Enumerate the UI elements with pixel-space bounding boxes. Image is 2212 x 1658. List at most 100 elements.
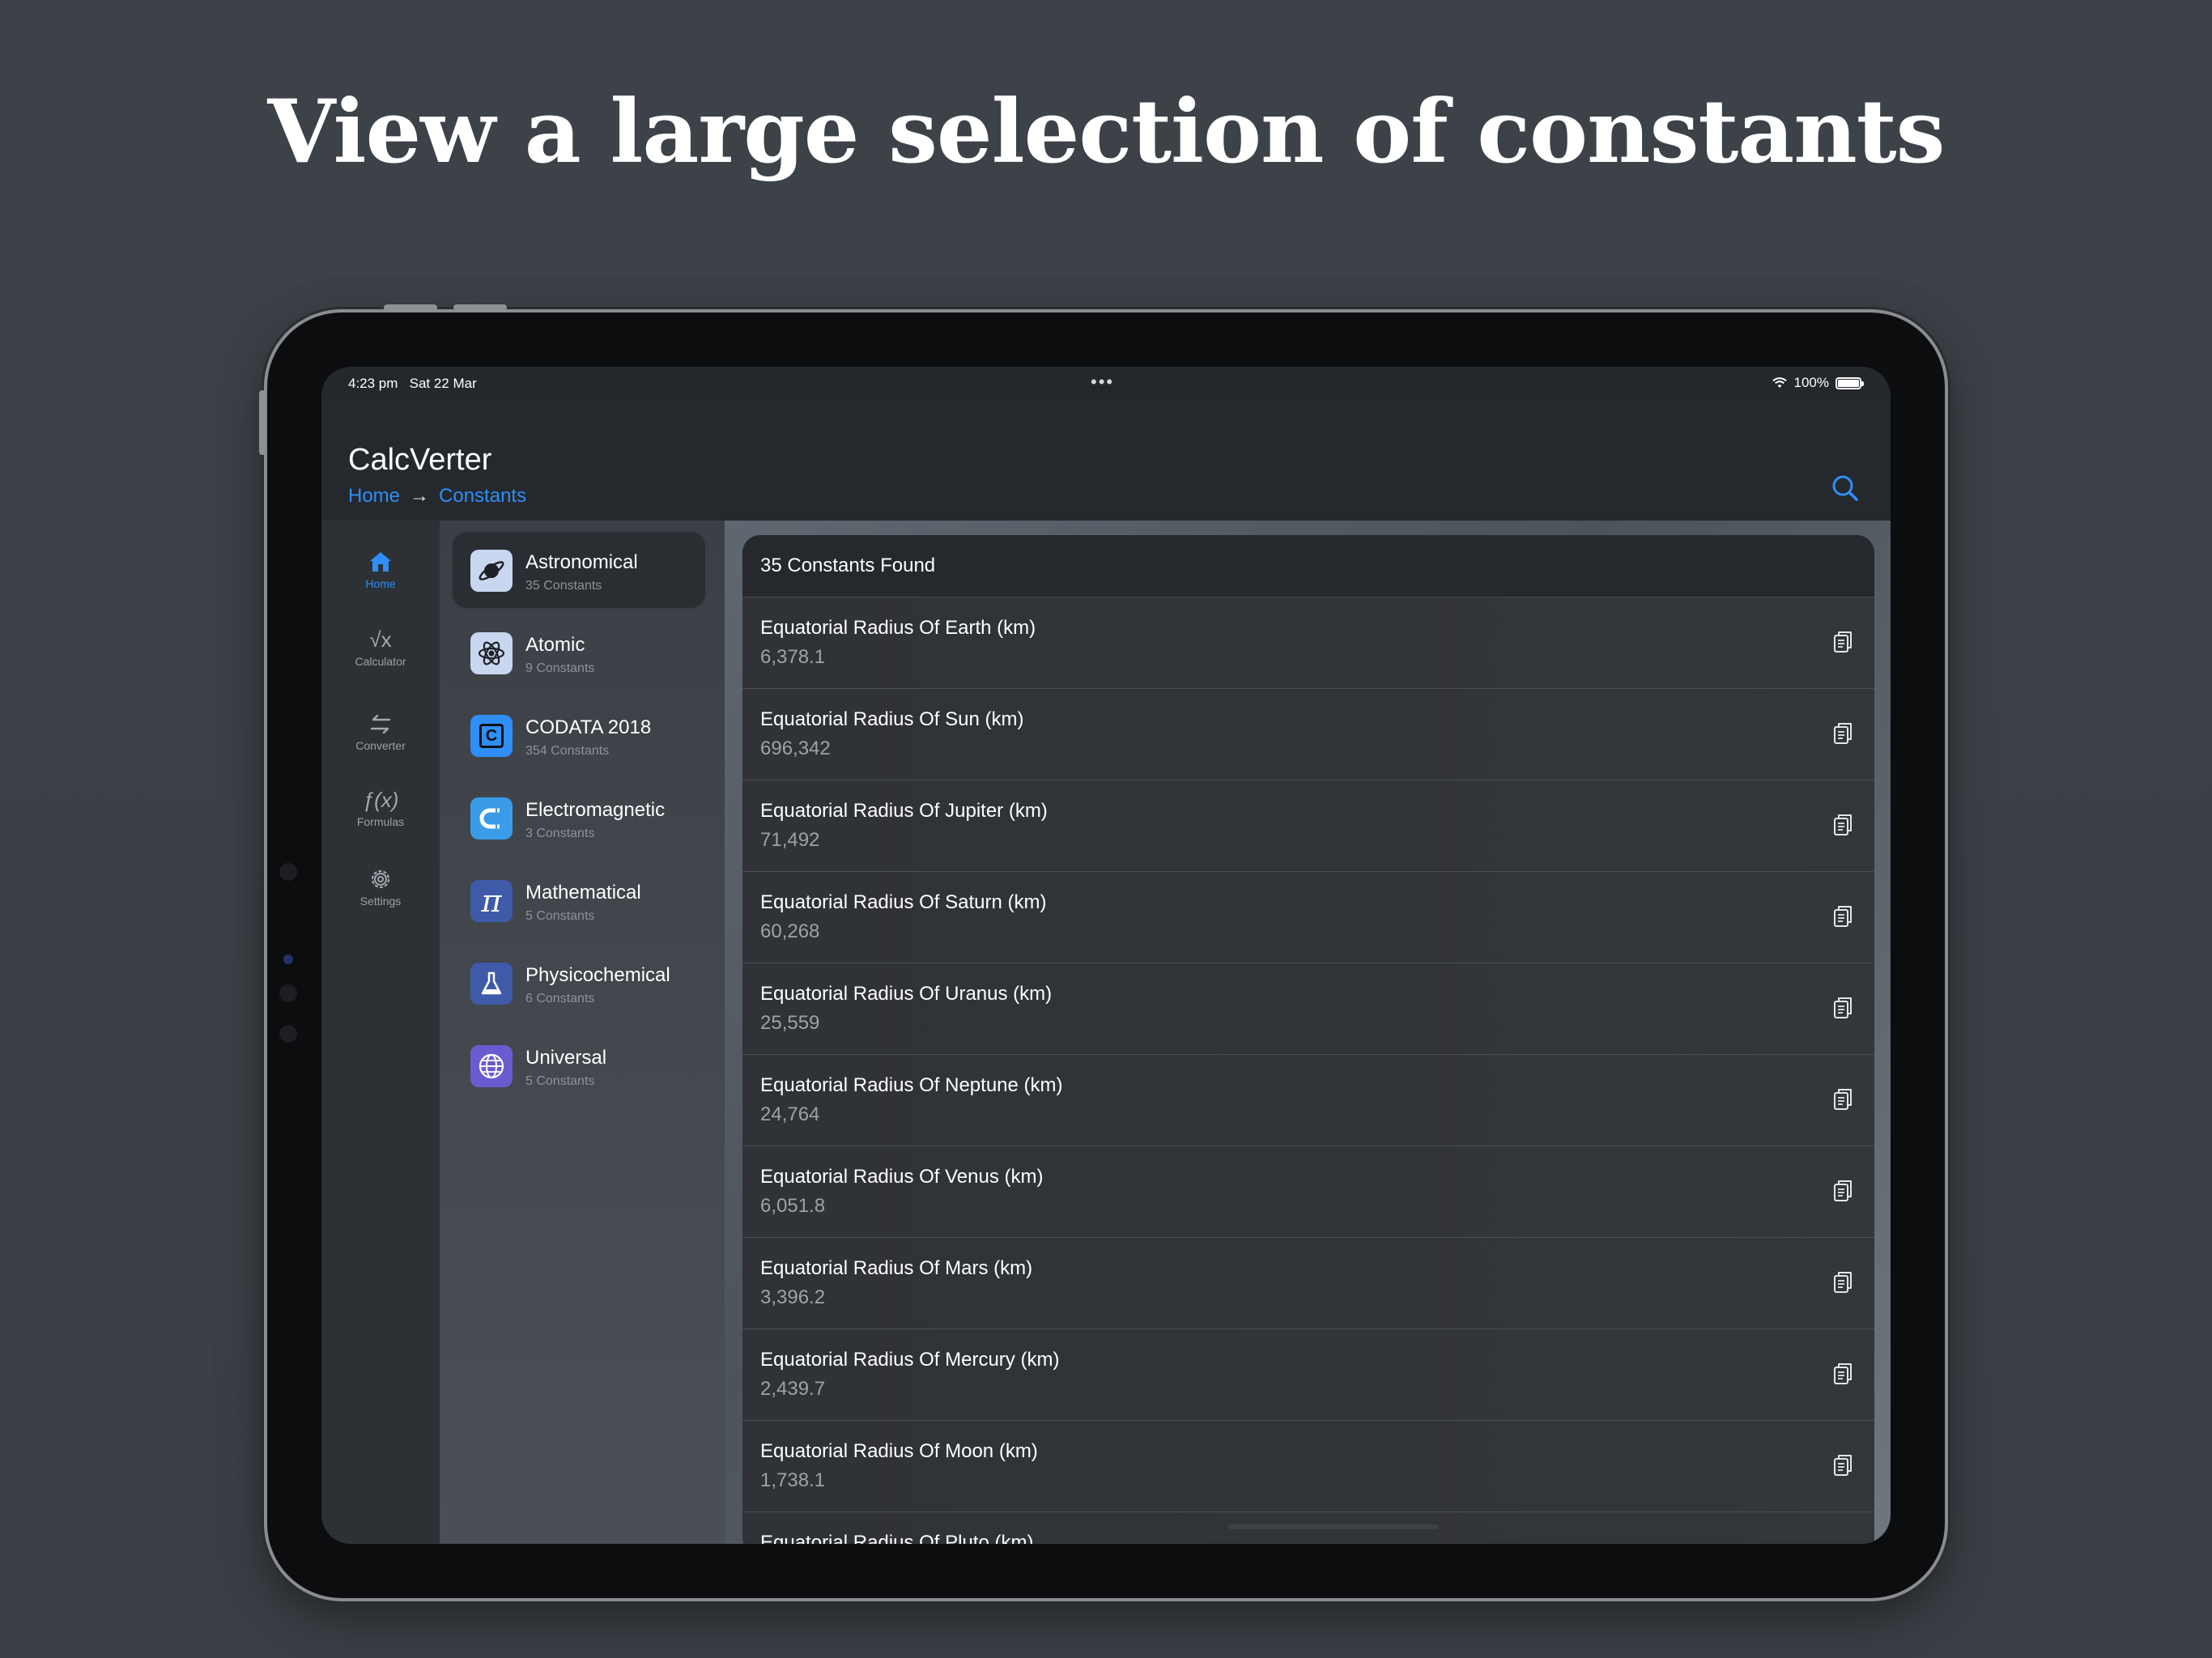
constant-name: Equatorial Radius Of Pluto (km) [760,1532,1034,1544]
category-count: 5 Constants [525,1074,595,1088]
constant-row[interactable]: Equatorial Radius Of Earth (km) 6,378.1 [742,597,1874,689]
constant-name: Equatorial Radius Of Moon (km) [760,1440,1038,1462]
arrows-left-right-icon [370,714,391,734]
constant-name: Equatorial Radius Of Jupiter (km) [760,800,1048,822]
constant-value: 25,559 [760,1012,820,1034]
category-universal[interactable]: Universal 5 Constants [453,1027,705,1103]
category-name: Astronomical [525,551,638,573]
sidebar-item-converter[interactable]: Converter [321,710,440,752]
copy-icon[interactable] [1829,994,1857,1022]
square-root-icon: √x [369,627,392,652]
constant-value: 6,051.8 [760,1195,826,1217]
copy-icon[interactable] [1829,1177,1857,1205]
constants-found-header: 35 Constants Found [742,535,1874,597]
constant-row[interactable]: Equatorial Radius Of Sun (km) 696,342 [742,689,1874,780]
constant-row[interactable]: Equatorial Radius Of Neptune (km) 24,764 [742,1055,1874,1146]
sidebar-item-home[interactable]: Home [321,548,440,590]
codata-icon: C [470,715,513,757]
arrow-right-icon: → [410,485,430,507]
battery-icon [1836,376,1864,389]
status-date: Sat 22 Mar [409,376,477,391]
category-electromagnetic[interactable]: Electromagnetic 3 Constants [453,780,705,856]
breadcrumb-home[interactable]: Home [348,485,400,508]
camera-icon [279,984,297,1002]
copy-icon[interactable] [1829,1086,1857,1113]
sidebar-item-settings[interactable]: Settings [321,865,440,908]
copy-icon[interactable] [1829,628,1857,656]
screen: 4:23 pm Sat 22 Mar ••• 100% CalcVerter H… [321,367,1891,1544]
copy-icon[interactable] [1829,1269,1857,1296]
pi-icon: π [470,880,513,922]
category-name: CODATA 2018 [525,716,652,738]
breadcrumb-constants[interactable]: Constants [439,485,526,508]
category-astronomical[interactable]: Astronomical 35 Constants [453,532,705,608]
category-name: Physicochemical [525,964,670,986]
constant-row[interactable]: Equatorial Radius Of Moon (km) 1,738.1 [742,1421,1874,1512]
headline: View a large selection of constants [267,81,1946,183]
magnet-icon [470,797,513,840]
sidebar-item-formulas[interactable]: ƒ(x) Formulas [321,786,440,828]
planet-icon [470,550,513,592]
gear-icon [371,869,390,889]
camera-icon [279,1025,297,1043]
constant-name: Equatorial Radius Of Mercury (km) [760,1349,1060,1371]
constant-name: Equatorial Radius Of Earth (km) [760,617,1036,639]
globe-icon [470,1045,513,1087]
constant-row[interactable]: Equatorial Radius Of Mercury (km) 2,439.… [742,1329,1874,1421]
search-icon[interactable] [1829,472,1861,504]
category-list: Astronomical 35 Constants Atomic 9 Const… [440,521,725,1544]
sensor-icon [283,954,293,964]
constants-rows: Equatorial Radius Of Earth (km) 6,378.1 … [742,597,1874,1544]
constant-row[interactable]: Equatorial Radius Of Saturn (km) 60,268 [742,872,1874,963]
copy-icon[interactable] [1829,1452,1857,1479]
sidebar-label: Settings [359,895,402,908]
category-name: Universal [525,1047,607,1069]
copy-icon[interactable] [1829,1543,1857,1544]
category-count: 5 Constants [525,909,595,923]
sidebar-item-calculator[interactable]: √x Calculator [321,626,440,668]
constant-value: 6,378.1 [760,646,826,668]
multitasking-dots-icon[interactable]: ••• [1091,372,1114,393]
category-name: Atomic [525,634,585,656]
constant-row[interactable]: Equatorial Radius Of Venus (km) 6,051.8 [742,1146,1874,1238]
sidebar: Home √x Calculator Converter ƒ(x) Formul… [321,521,440,1544]
constant-name: Equatorial Radius Of Mars (km) [760,1257,1033,1279]
category-mathematical[interactable]: π Mathematical 5 Constants [453,862,705,938]
category-atomic[interactable]: Atomic 9 Constants [453,614,705,691]
sidebar-label: Converter [355,739,406,752]
camera-icon [279,863,297,881]
scroll-indicator[interactable] [1228,1524,1439,1529]
category-codata-2018[interactable]: C CODATA 2018 354 Constants [453,697,705,773]
category-count: 6 Constants [525,992,595,1005]
constant-value: 24,764 [760,1103,820,1125]
house-icon [370,552,391,572]
volume-button [453,304,507,311]
wifi-icon [1772,377,1787,388]
copy-icon[interactable] [1829,1360,1857,1388]
category-physicochemical[interactable]: Physicochemical 6 Constants [453,945,705,1021]
constants-list: 35 Constants Found Equatorial Radius Of … [742,535,1874,1544]
constant-name: Equatorial Radius Of Sun (km) [760,708,1024,730]
constant-row[interactable]: Equatorial Radius Of Jupiter (km) 71,492 [742,780,1874,872]
status-time: 4:23 pm [348,376,398,391]
function-icon: ƒ(x) [362,788,399,812]
copy-icon[interactable] [1829,903,1857,930]
constant-value: 3,396.2 [760,1286,826,1308]
copy-icon[interactable] [1829,720,1857,747]
power-button [259,390,266,455]
constant-value: 1,738.1 [760,1469,826,1491]
category-name: Electromagnetic [525,799,666,821]
constant-value: 60,268 [760,920,820,942]
sidebar-label: Formulas [356,815,405,828]
constant-row[interactable]: Equatorial Radius Of Uranus (km) 25,559 [742,963,1874,1055]
copy-icon[interactable] [1829,811,1857,839]
constant-row[interactable]: Equatorial Radius Of Mars (km) 3,396.2 [742,1238,1874,1329]
constant-value: 71,492 [760,829,820,851]
status-bar: 4:23 pm Sat 22 Mar ••• 100% [321,367,1891,399]
constant-value: 2,439.7 [760,1378,826,1400]
constant-name: Equatorial Radius Of Neptune (km) [760,1074,1063,1096]
constant-name: Equatorial Radius Of Venus (km) [760,1166,1044,1188]
constant-name: Equatorial Radius Of Saturn (km) [760,891,1047,913]
battery-level [1838,379,1859,387]
breadcrumb: Home → Constants [348,485,526,508]
